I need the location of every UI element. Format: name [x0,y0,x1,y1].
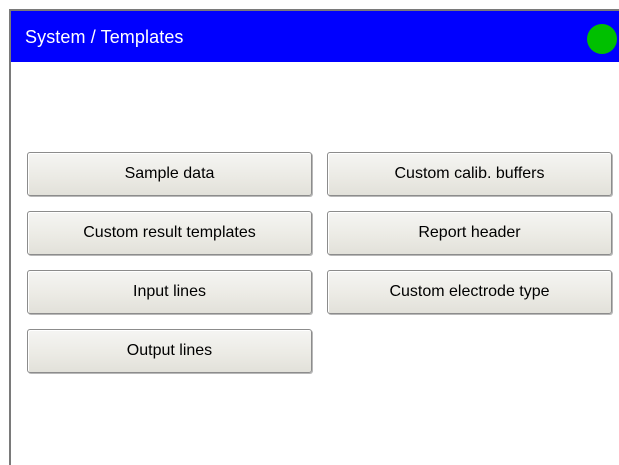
output-lines-button[interactable]: Output lines [27,329,312,373]
page-title: System / Templates [25,27,184,47]
screen-border-left [9,9,11,465]
title-bar: System / Templates [11,11,619,62]
sample-data-button[interactable]: Sample data [27,152,312,196]
report-header-button[interactable]: Report header [327,211,612,255]
templates-screen: System / Templates Sample data Custom ca… [0,0,619,465]
input-lines-button[interactable]: Input lines [27,270,312,314]
status-led-icon [587,24,617,54]
custom-electrode-type-button[interactable]: Custom electrode type [327,270,612,314]
custom-calib-buffers-button[interactable]: Custom calib. buffers [327,152,612,196]
custom-result-templates-button[interactable]: Custom result templates [27,211,312,255]
